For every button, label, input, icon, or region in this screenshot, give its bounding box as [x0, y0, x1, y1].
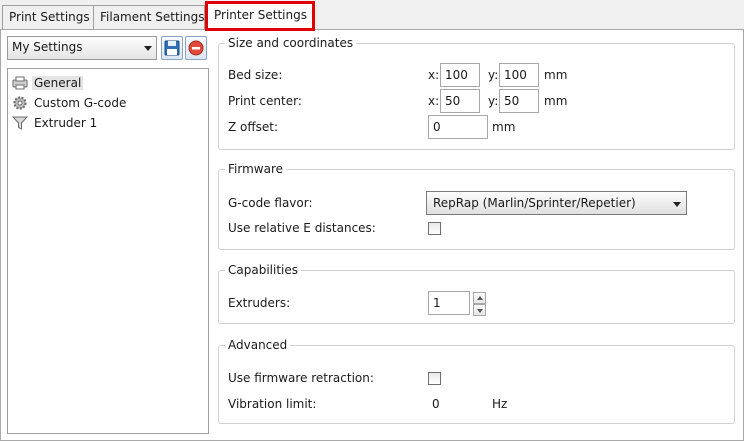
extruders-increment-button[interactable] — [473, 292, 486, 304]
cog-icon — [13, 96, 27, 110]
save-icon — [164, 40, 180, 56]
group-title: Size and coordinates — [228, 36, 354, 50]
group-title: Advanced — [228, 338, 288, 352]
delete-preset-button[interactable] — [185, 36, 207, 60]
print-center-x-input[interactable]: 50 — [440, 89, 480, 113]
extruders-input[interactable]: 1 — [428, 291, 470, 315]
z-offset-unit: mm — [492, 120, 516, 134]
group-title: Firmware — [228, 162, 283, 176]
extruders-label: Extruders: — [228, 296, 291, 310]
tab-filament-settings[interactable]: Filament Settings — [93, 5, 205, 30]
group-title: Capabilities — [228, 263, 298, 277]
tree-item-label: Custom G-code — [34, 96, 127, 110]
chevron-down-icon — [673, 202, 681, 207]
delete-icon — [188, 40, 204, 56]
gcode-flavor-value: RepRap (Marlin/Sprinter/Repetier) — [433, 196, 636, 210]
chevron-down-icon — [144, 46, 152, 51]
print-center-label: Print center: — [228, 94, 302, 108]
bed-size-x-label: x: — [428, 68, 440, 82]
print-center-unit: mm — [544, 94, 568, 108]
vibration-limit-unit: Hz — [492, 397, 508, 411]
relative-e-label: Use relative E distances: — [228, 221, 376, 235]
print-center-y-input[interactable]: 50 — [499, 89, 539, 113]
printer-icon — [12, 76, 28, 90]
bed-size-label: Bed size: — [228, 68, 283, 82]
gcode-flavor-select[interactable]: RepRap (Marlin/Sprinter/Repetier) — [426, 191, 687, 215]
vibration-limit-label: Vibration limit: — [228, 397, 317, 411]
bed-size-unit: mm — [544, 68, 568, 82]
relative-e-checkbox[interactable] — [428, 222, 441, 235]
tab-bar: Print Settings Filament Settings Printer… — [0, 0, 744, 31]
print-center-x-label: x: — [428, 94, 440, 108]
tree-item-label: Extruder 1 — [34, 116, 98, 130]
tree-item-extruder-1[interactable]: Extruder 1 — [12, 114, 99, 132]
preset-select[interactable]: My Settings — [7, 36, 157, 60]
gcode-flavor-label: G-code flavor: — [228, 196, 313, 210]
firmware-retraction-label: Use firmware retraction: — [228, 371, 374, 385]
settings-tree: General Custom G-code Extruder 1 — [7, 68, 209, 434]
vibration-limit-value: 0 — [432, 397, 440, 411]
z-offset-label: Z offset: — [228, 120, 279, 134]
preset-select-value: My Settings — [12, 40, 83, 54]
bed-size-y-label: y: — [488, 68, 499, 82]
firmware-retraction-checkbox[interactable] — [428, 372, 441, 385]
print-center-y-label: y: — [488, 94, 499, 108]
tab-printer-settings[interactable]: Printer Settings — [205, 1, 315, 31]
tree-item-label: General — [32, 76, 84, 90]
bed-size-x-input[interactable]: 100 — [440, 63, 480, 87]
save-preset-button[interactable] — [161, 36, 183, 60]
tree-item-custom-gcode[interactable]: Custom G-code — [12, 94, 128, 112]
funnel-icon — [12, 116, 28, 130]
extruders-decrement-button[interactable] — [473, 304, 486, 316]
z-offset-input[interactable]: 0 — [428, 115, 488, 139]
bed-size-y-input[interactable]: 100 — [499, 63, 539, 87]
tab-print-settings[interactable]: Print Settings — [2, 5, 94, 30]
tree-item-general[interactable]: General — [12, 74, 84, 92]
